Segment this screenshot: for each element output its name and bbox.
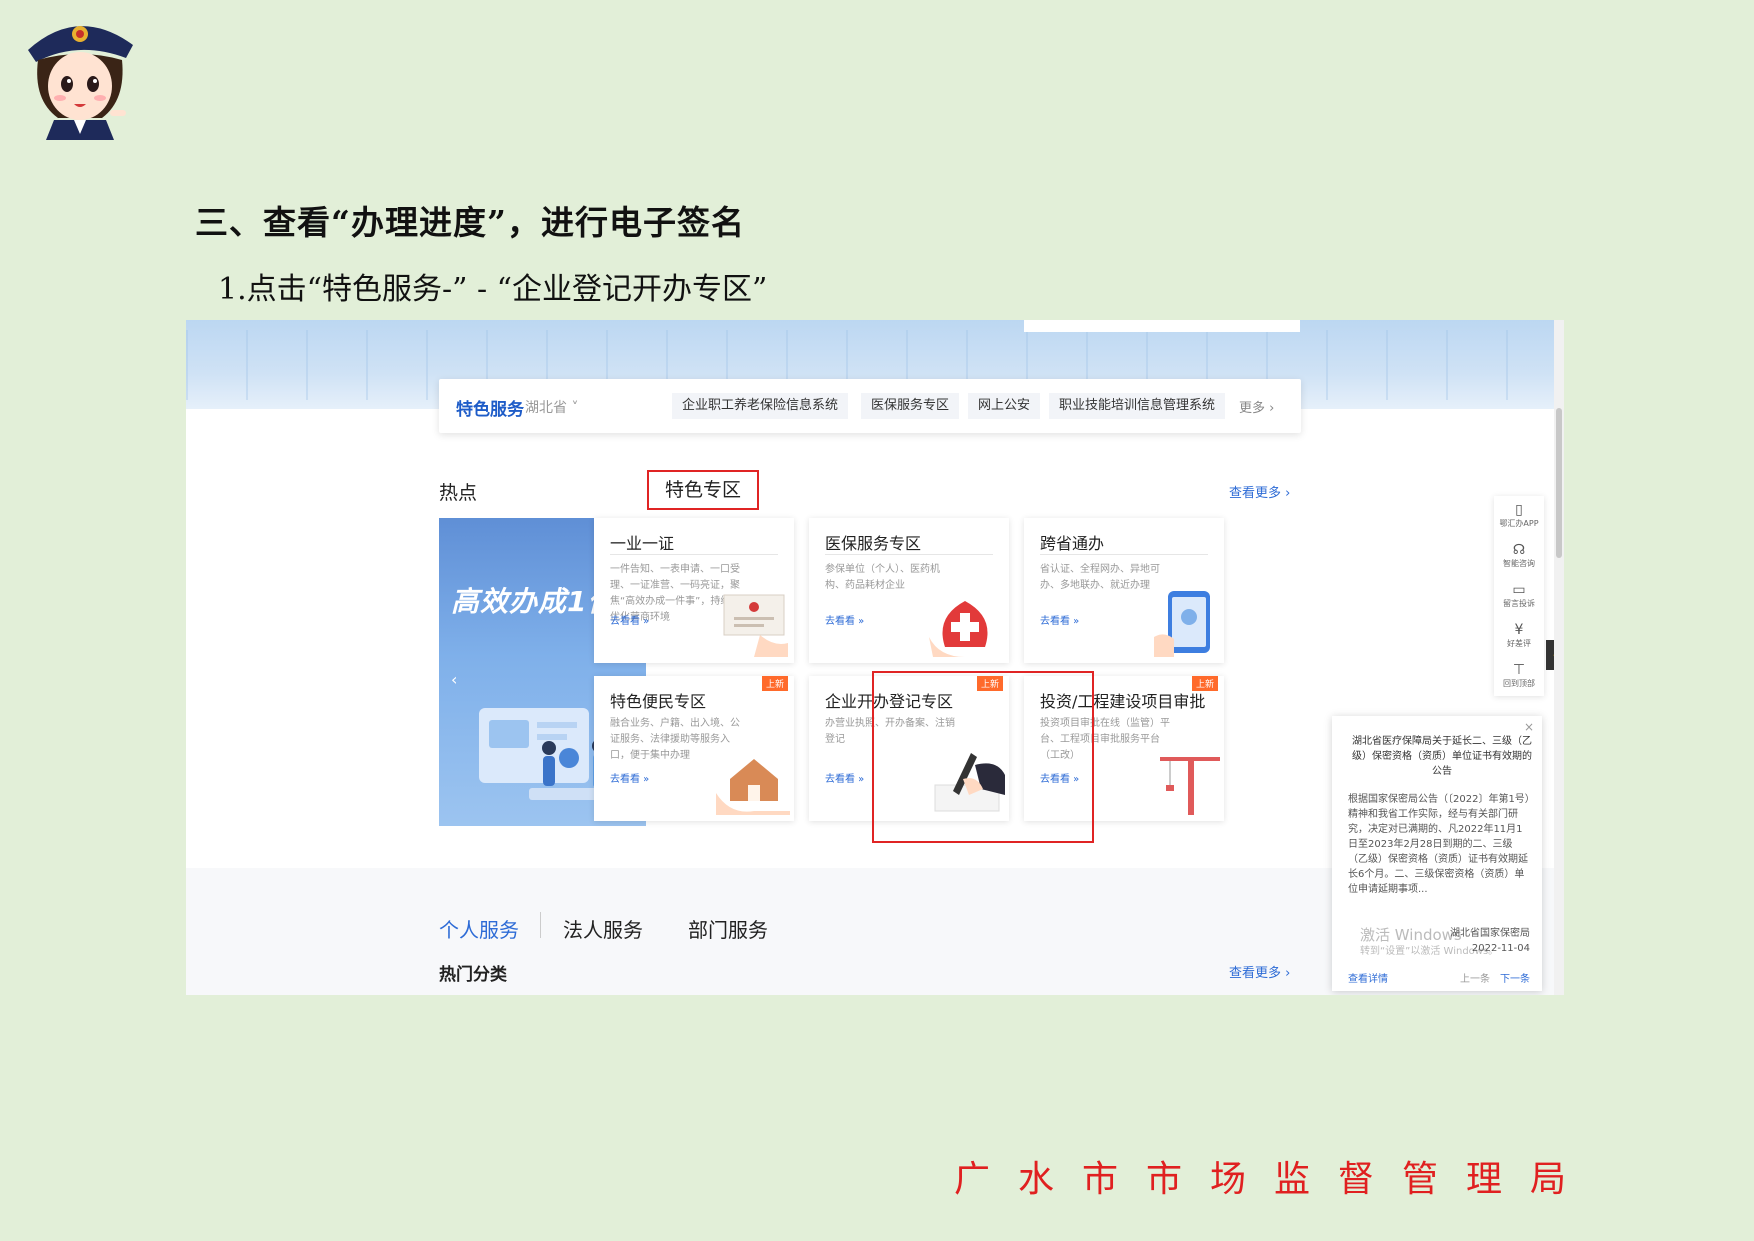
yen-icon: ¥ [1514,622,1524,638]
step-instruction: 1.点击“特色服务-” - “企业登记开办专区” [218,272,768,307]
headset-icon: ☊ [1512,542,1526,558]
tab-department-services[interactable]: 部门服务 [688,914,768,943]
service-more-link[interactable]: 更多 › [1239,397,1274,416]
notice-popup: × 湖北省医疗保障局关于延长二、三级（乙级）保密资格（资质）单位证书有效期的公告… [1332,716,1542,991]
tag-online-police[interactable]: 网上公安 [968,393,1041,419]
card-go-link[interactable]: 去看看 » [1040,612,1079,627]
card-divider [1040,554,1208,555]
province-label: 湖北省 [525,400,567,416]
close-icon[interactable]: × [1524,720,1534,734]
card-go-link[interactable]: 去看看 » [610,612,649,627]
card-medical-insurance[interactable]: 医保服务专区 参保单位（个人）、医药机构、药品耗材企业 去看看 » [809,518,1009,663]
card-go-link[interactable]: 去看看 » [825,770,864,785]
card-title: 特色便民专区 [610,692,707,711]
mobile-phone-icon [1154,591,1210,657]
side-toolbar: ▯ 鄂汇办APP ☊ 智能咨询 ▭ 留言投诉 ¥ 好差评 ⊤ 回到顶部 [1494,496,1544,696]
side-tool-message[interactable]: ▭ 留言投诉 [1494,582,1544,609]
card-divider [825,554,993,555]
tab-personal-services[interactable]: 个人服务 [439,914,519,943]
province-selector[interactable]: 湖北省 ˅ [525,397,578,417]
card-title: 一业一证 [610,534,675,553]
special-service-title: 特色服务 [456,400,524,420]
banner-search-strip [1024,320,1300,332]
footer-organization: 广水市市场监督管理局 [953,1159,1594,1200]
see-more-link[interactable]: 查看更多 › [1229,482,1290,501]
scrollbar-thumb[interactable] [1556,408,1562,558]
notice-body: 根据国家保密局公告（〔2022〕年第1号）精神和我省工作实际，经与有关部门研究，… [1348,794,1530,895]
card-cross-province[interactable]: 跨省通办 省认证、全程网办、异地可办、多地联办、就近办理 去看看 » [1024,518,1224,663]
special-service-bar: 特色服务 湖北省 ˅ 企业职工养老保险信息系统 医保服务专区 网上公安 职业技能… [439,379,1301,433]
certificate-icon [723,594,788,657]
card-title: 医保服务专区 [825,534,922,553]
card-go-link[interactable]: 去看看 » [825,612,864,627]
side-tool-consult[interactable]: ☊ 智能咨询 [1494,542,1544,569]
side-tool-rating[interactable]: ¥ 好差评 [1494,622,1544,649]
police-mascot-image [18,10,138,140]
notice-detail-link[interactable]: 查看详情 [1348,970,1388,985]
card-convenience-zone[interactable]: 上新 特色便民专区 融合业务、户籍、出入境、公证服务、法律援助等服务入口，便于集… [594,676,794,821]
hot-category-title: 热门分类 [439,965,507,985]
highlight-box-enterprise-registration [872,671,1094,843]
notice-next-button[interactable]: 下一条 [1500,974,1530,985]
house-hands-icon [716,759,790,815]
tab-hot[interactable]: 热点 [439,478,477,505]
page-scrollbar[interactable] [1554,320,1564,995]
phone-icon: ▯ [1515,502,1523,518]
notice-org: 湖北省国家保密局 2022-11-04 [1450,928,1530,954]
tab-legal-entity-services[interactable]: 法人服务 [563,914,643,943]
notice-title: 湖北省医疗保障局关于延长二、三级（乙级）保密资格（资质）单位证书有效期的公告 [1352,736,1532,777]
side-tool-app[interactable]: ▯ 鄂汇办APP [1494,502,1544,529]
notice-prev-button[interactable]: 上一条 [1460,974,1490,985]
card-one-industry-one-license[interactable]: 一业一证 一件告知、一表申请、一口受理、一证准营、一码亮证，聚焦“高效办成一件事… [594,518,794,663]
tag-medical-insurance[interactable]: 医保服务专区 [861,393,960,419]
card-title: 跨省通办 [1040,534,1105,553]
page-heading: 三、查看“办理进度”，进行电子签名 [195,203,745,242]
medical-cross-icon [929,601,988,657]
see-more-link-2[interactable]: 查看更多 › [1229,962,1290,981]
tab-divider [540,912,541,938]
card-go-link[interactable]: 去看看 » [610,770,649,785]
notice-pager: 上一条 下一条 [1460,970,1530,985]
message-icon: ▭ [1512,582,1526,598]
side-tool-back-to-top[interactable]: ⊤ 回到顶部 [1494,662,1544,689]
prev-arrow-icon[interactable]: ‹ [451,670,457,689]
tag-pension-system[interactable]: 企业职工养老保险信息系统 [672,393,849,419]
new-badge: 上新 [761,676,788,691]
tab-special-zone[interactable]: 特色专区 [647,470,759,510]
crane-icon [1160,757,1220,815]
tag-vocational-training[interactable]: 职业技能培训信息管理系统 [1049,393,1226,419]
card-divider [610,554,778,555]
top-icon: ⊤ [1512,662,1526,678]
portal-screenshot: 特色服务 湖北省 ˅ 企业职工养老保险信息系统 医保服务专区 网上公安 职业技能… [186,320,1564,995]
